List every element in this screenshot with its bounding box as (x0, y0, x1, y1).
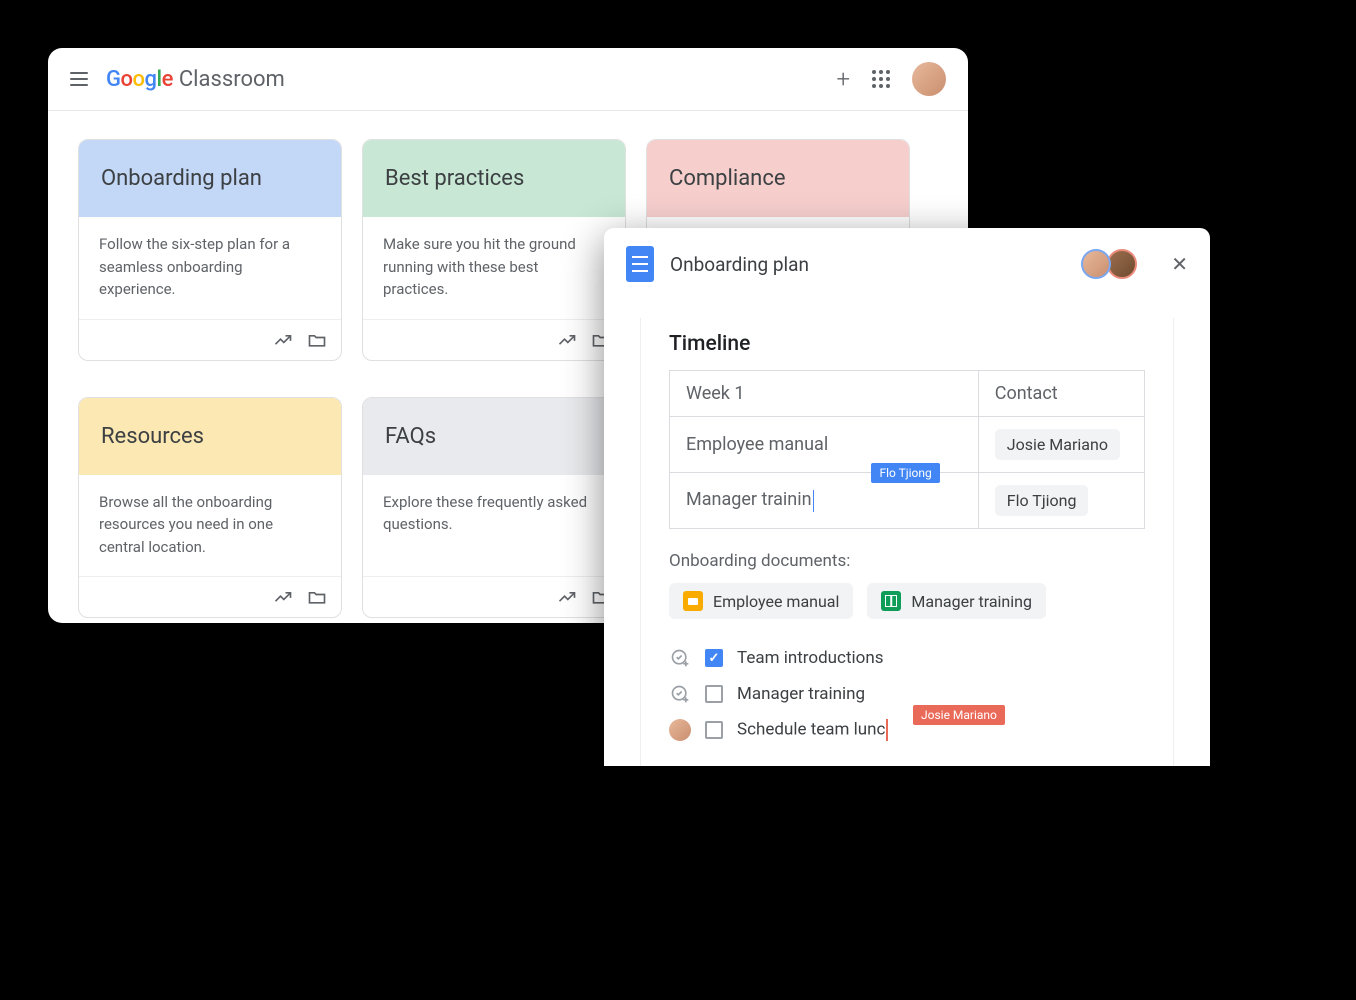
collab-cursor-tag: Flo Tjiong (871, 463, 939, 483)
checklist: Team introductions Manager training Sche… (669, 647, 1145, 741)
app-logo: Google Classroom (106, 67, 285, 92)
timeline-table: Week 1 Contact Employee manual Josie Mar… (669, 370, 1145, 529)
apps-launcher-icon[interactable] (872, 70, 890, 88)
card-title: Onboarding plan (79, 140, 341, 217)
docs-page[interactable]: Timeline Week 1 Contact Employee manual … (640, 318, 1174, 766)
table-cell[interactable]: Contact (978, 371, 1144, 417)
table-cell[interactable]: Week 1 (670, 371, 979, 417)
trending-icon[interactable] (273, 587, 293, 607)
avatar[interactable] (1081, 249, 1111, 279)
collaborator-avatars (1081, 249, 1137, 279)
checkbox[interactable] (705, 721, 723, 739)
classroom-header: Google Classroom + (48, 48, 968, 111)
table-row: Manager trainin Flo Tjiong Flo Tjiong (670, 473, 1145, 529)
checklist-item: Manager training (669, 683, 1145, 705)
card-title: Best practices (363, 140, 625, 217)
docs-header: Onboarding plan ✕ (604, 228, 1210, 300)
avatar[interactable] (1107, 249, 1137, 279)
trending-icon[interactable] (557, 587, 577, 607)
checkbox[interactable] (705, 649, 723, 667)
card-title: Resources (79, 398, 341, 475)
collab-cursor-tag: Josie Mariano (913, 705, 1005, 725)
trending-icon[interactable] (557, 330, 577, 350)
add-task-icon[interactable] (669, 683, 691, 705)
card-title: Compliance (647, 140, 909, 217)
card-title: FAQs (363, 398, 625, 475)
user-avatar[interactable] (912, 62, 946, 96)
table-cell[interactable]: Flo Tjiong (978, 473, 1144, 529)
folder-icon[interactable] (307, 587, 327, 607)
trending-icon[interactable] (273, 330, 293, 350)
add-button[interactable]: + (836, 65, 850, 93)
docs-window: Onboarding plan ✕ Timeline Week 1 Contac… (604, 228, 1210, 766)
google-logo: Google (106, 67, 173, 92)
app-name: Classroom (179, 67, 285, 92)
checklist-label: Manager training (737, 684, 865, 704)
add-task-icon[interactable] (669, 647, 691, 669)
checklist-label: Schedule team lunc (737, 719, 889, 741)
card-desc: Browse all the onboarding resources you … (79, 475, 341, 577)
contact-chip[interactable]: Josie Mariano (995, 429, 1120, 460)
class-card-faqs[interactable]: FAQs Explore these frequently asked ques… (362, 397, 626, 619)
doc-chip-employee-manual[interactable]: Employee manual (669, 583, 853, 619)
card-desc: Follow the six-step plan for a seamless … (79, 217, 341, 319)
table-cell[interactable]: Manager trainin Flo Tjiong (670, 473, 979, 529)
checklist-label: Team introductions (737, 648, 884, 668)
timeline-heading: Timeline (669, 332, 1145, 356)
contact-chip[interactable]: Flo Tjiong (995, 485, 1089, 516)
card-desc: Make sure you hit the ground running wit… (363, 217, 625, 319)
close-icon[interactable]: ✕ (1171, 252, 1188, 276)
class-card-onboarding[interactable]: Onboarding plan Follow the six-step plan… (78, 139, 342, 361)
doc-chip-manager-training[interactable]: Manager training (867, 583, 1046, 619)
docs-icon (626, 246, 654, 282)
sheets-icon (881, 591, 901, 611)
assignee-avatar[interactable] (669, 719, 691, 741)
checklist-item: Schedule team lunc Josie Mariano (669, 719, 1145, 741)
collab-cursor (813, 490, 815, 512)
table-row: Week 1 Contact (670, 371, 1145, 417)
table-cell[interactable]: Josie Mariano (978, 417, 1144, 473)
collab-cursor (886, 719, 888, 741)
slides-icon (683, 591, 703, 611)
docs-title: Onboarding plan (670, 253, 809, 276)
doc-chips-row: Employee manual Manager training (669, 583, 1145, 619)
onboarding-docs-label: Onboarding documents: (669, 551, 1145, 571)
checkbox[interactable] (705, 685, 723, 703)
class-card-best-practices[interactable]: Best practices Make sure you hit the gro… (362, 139, 626, 361)
card-desc: Explore these frequently asked questions… (363, 475, 625, 577)
folder-icon[interactable] (307, 330, 327, 350)
class-card-resources[interactable]: Resources Browse all the onboarding reso… (78, 397, 342, 619)
checklist-item: Team introductions (669, 647, 1145, 669)
docs-body: Timeline Week 1 Contact Employee manual … (604, 300, 1210, 766)
menu-icon[interactable] (70, 72, 88, 86)
